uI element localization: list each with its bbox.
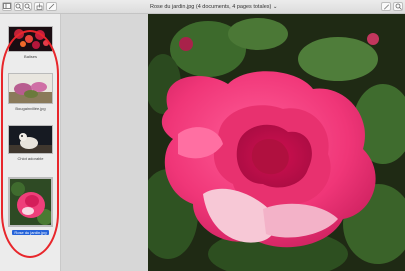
thumbnail-item-selected[interactable]: Rose du jardin.jpg	[8, 177, 53, 235]
search-icon	[395, 3, 402, 10]
thumbnail-image[interactable]	[8, 26, 53, 52]
thumbnail-caption: Chiot adorable	[17, 156, 44, 161]
sidebar-toggle-icon	[3, 3, 11, 9]
zoom-in-button[interactable]	[23, 2, 32, 11]
zoom-in-icon	[24, 3, 31, 10]
share-icon	[36, 3, 42, 10]
annotate-button[interactable]	[381, 2, 391, 11]
title-bar: Rose du jardin.jpg (4 documents, 4 pages…	[0, 0, 405, 14]
search-button[interactable]	[393, 2, 403, 11]
thumbnail-item[interactable]: Chiot adorable	[8, 125, 53, 161]
puppy-thumbnail-image	[9, 126, 52, 153]
thumbnail-caption: Balises	[24, 54, 37, 59]
sidebar-toggle-button[interactable]	[2, 2, 12, 11]
pen-icon	[48, 3, 55, 10]
canvas-background	[61, 14, 148, 271]
thumbnail-item[interactable]: Balises	[8, 26, 53, 59]
thumbnail-image[interactable]	[8, 73, 53, 104]
thumbnail-caption: Rose du jardin.jpg	[12, 230, 49, 235]
thumbnail-image[interactable]	[8, 125, 53, 154]
thumbnail-item[interactable]: Bougainvillée.jpg	[8, 73, 53, 111]
balises-thumbnail-image	[9, 27, 52, 51]
window-title: Rose du jardin.jpg (4 documents, 4 pages…	[150, 2, 315, 12]
zoom-out-button[interactable]	[14, 2, 23, 11]
thumbnail-image[interactable]	[8, 177, 53, 227]
pen-icon	[383, 4, 389, 10]
rose-thumbnail-image	[10, 179, 51, 225]
thumbnail-sidebar[interactable]: Balises Bougainvillée.jpg Chiot adorable	[0, 14, 61, 271]
rose-image	[148, 14, 405, 271]
bougainvillea-thumbnail-image	[9, 74, 52, 103]
chevron-down-icon[interactable]: ⌄	[273, 4, 278, 10]
zoom-out-icon	[15, 3, 22, 10]
window-title-text: Rose du jardin.jpg (4 documents, 4 pages…	[150, 4, 272, 10]
image-viewer[interactable]	[148, 14, 405, 271]
thumbnail-caption: Bougainvillée.jpg	[15, 106, 46, 111]
markup-button[interactable]	[46, 2, 57, 11]
share-button[interactable]	[34, 2, 44, 11]
